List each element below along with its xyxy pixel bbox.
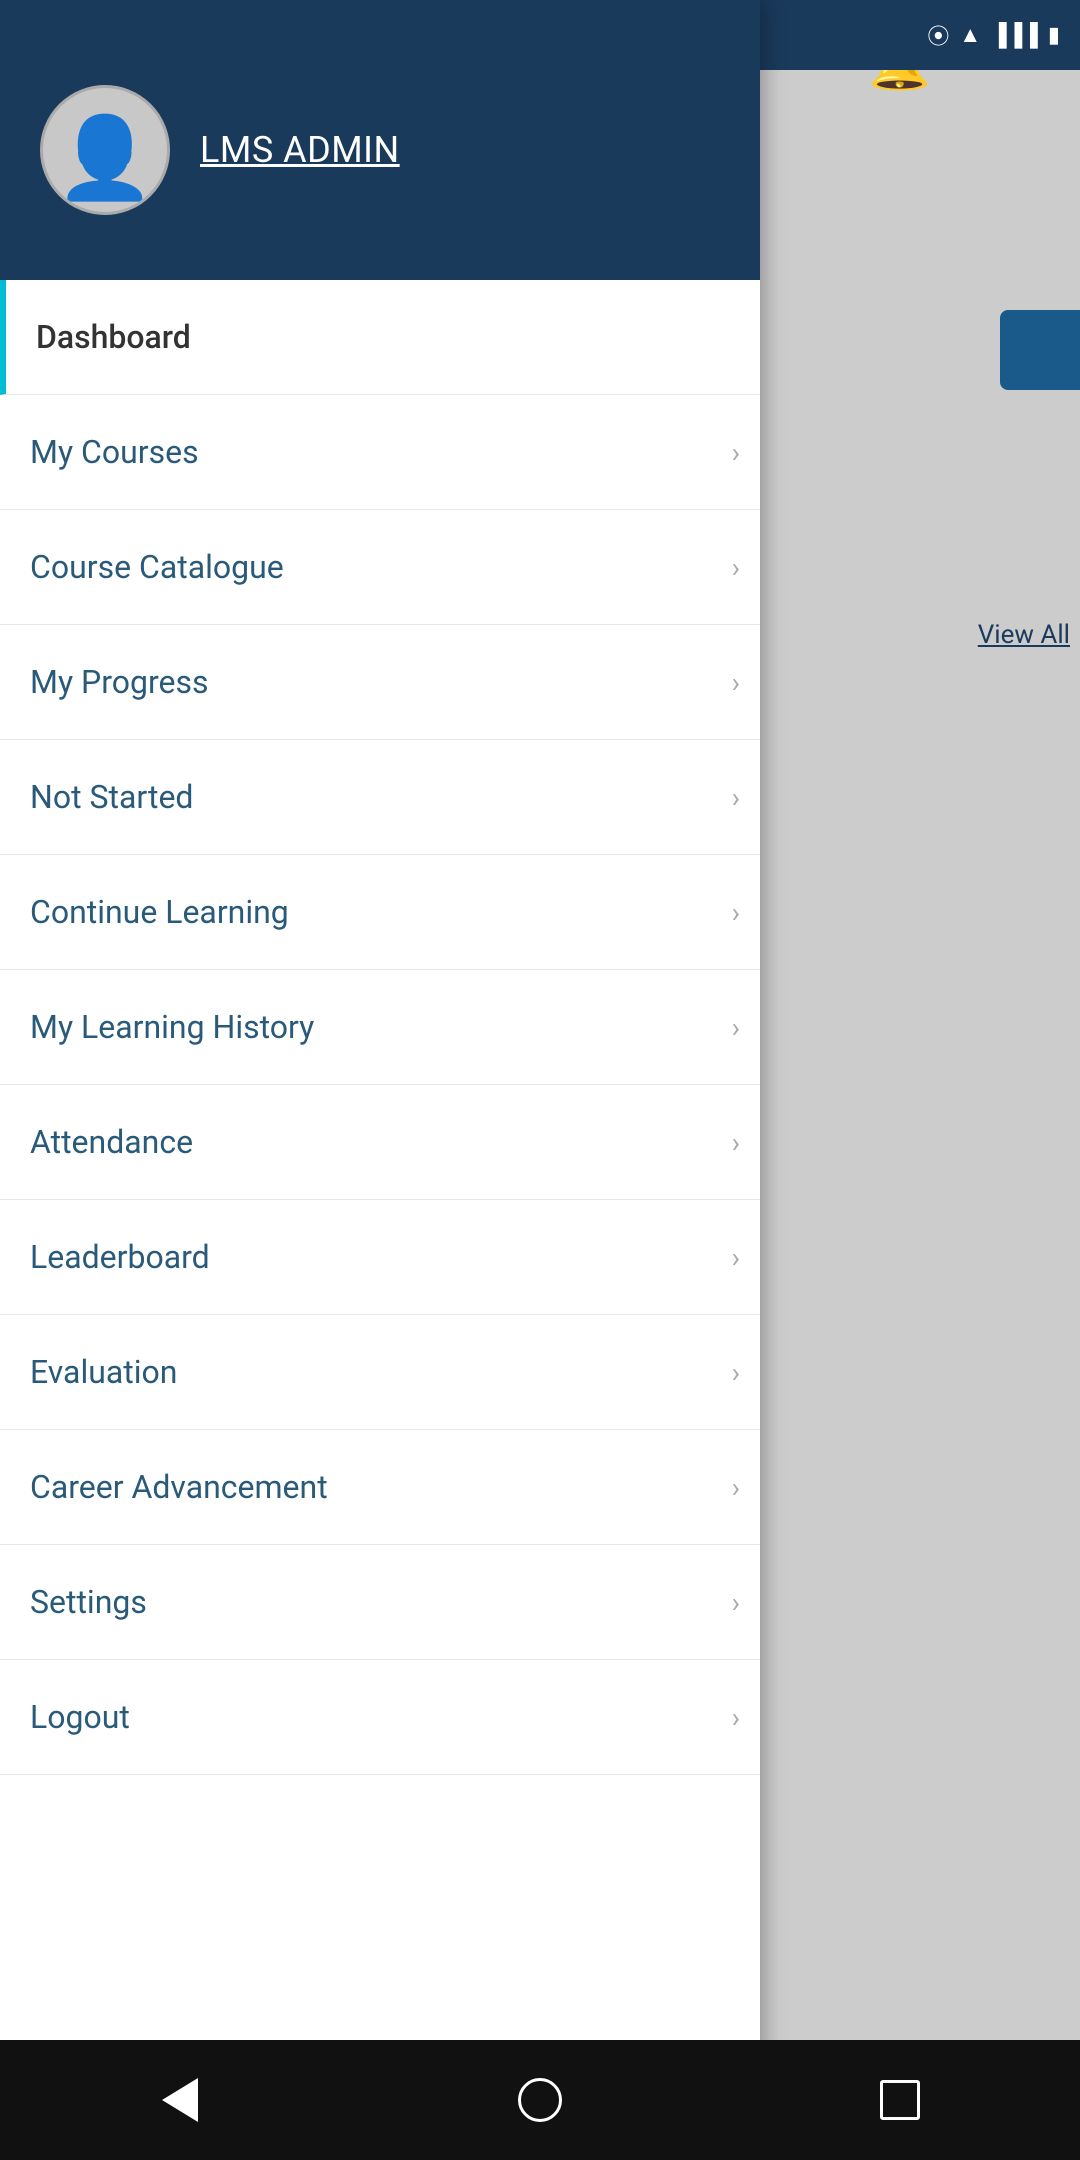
signal-icon: ▐▐▐ (991, 22, 1038, 48)
chevron-right-icon: › (732, 551, 740, 584)
home-button[interactable] (500, 2060, 580, 2140)
nav-item-continue-learning[interactable]: Continue Learning › (0, 855, 760, 970)
drawer-header: 👤 LMS ADMIN (0, 0, 760, 280)
android-nav-bar (0, 2040, 1080, 2160)
chevron-right-icon: › (732, 1586, 740, 1619)
view-all-link[interactable]: View All (978, 620, 1070, 650)
chevron-right-icon: › (732, 1126, 740, 1159)
chevron-right-icon: › (732, 436, 740, 469)
chevron-right-icon: › (732, 1701, 740, 1734)
back-icon (162, 2078, 198, 2122)
recents-icon (880, 2080, 920, 2120)
home-icon (518, 2078, 562, 2122)
nav-item-dashboard[interactable]: Dashboard (0, 280, 760, 395)
chevron-right-icon: › (732, 666, 740, 699)
right-action-button[interactable] (1000, 310, 1080, 390)
status-icons: ⦿ ▲ ▐▐▐ ▮ (927, 19, 1060, 51)
chevron-right-icon: › (732, 1011, 740, 1044)
chevron-right-icon: › (732, 1241, 740, 1274)
nav-item-my-courses[interactable]: My Courses › (0, 395, 760, 510)
chevron-right-icon: › (732, 1356, 740, 1389)
nav-item-career-advancement[interactable]: Career Advancement › (0, 1430, 760, 1545)
nav-item-leaderboard[interactable]: Leaderboard › (0, 1200, 760, 1315)
nav-item-my-progress[interactable]: My Progress › (0, 625, 760, 740)
nav-list: Dashboard My Courses › Course Catalogue … (0, 280, 760, 1775)
data-icon: ⦿ (927, 19, 949, 51)
avatar-icon: 👤 (55, 111, 155, 205)
back-button[interactable] (140, 2060, 220, 2140)
nav-item-evaluation[interactable]: Evaluation › (0, 1315, 760, 1430)
avatar[interactable]: 👤 (40, 85, 170, 215)
nav-item-my-learning-history[interactable]: My Learning History › (0, 970, 760, 1085)
battery-icon: ▮ (1048, 23, 1060, 48)
nav-item-course-catalogue[interactable]: Course Catalogue › (0, 510, 760, 625)
chevron-right-icon: › (732, 1471, 740, 1504)
navigation-drawer: 👤 LMS ADMIN Dashboard My Courses › Cours… (0, 0, 760, 2160)
nav-item-attendance[interactable]: Attendance › (0, 1085, 760, 1200)
recents-button[interactable] (860, 2060, 940, 2140)
user-name-label[interactable]: LMS ADMIN (200, 129, 400, 171)
nav-item-settings[interactable]: Settings › (0, 1545, 760, 1660)
nav-item-not-started[interactable]: Not Started › (0, 740, 760, 855)
chevron-right-icon: › (732, 781, 740, 814)
wifi-icon: ▲ (959, 22, 981, 48)
nav-item-logout[interactable]: Logout › (0, 1660, 760, 1775)
chevron-right-icon: › (732, 896, 740, 929)
